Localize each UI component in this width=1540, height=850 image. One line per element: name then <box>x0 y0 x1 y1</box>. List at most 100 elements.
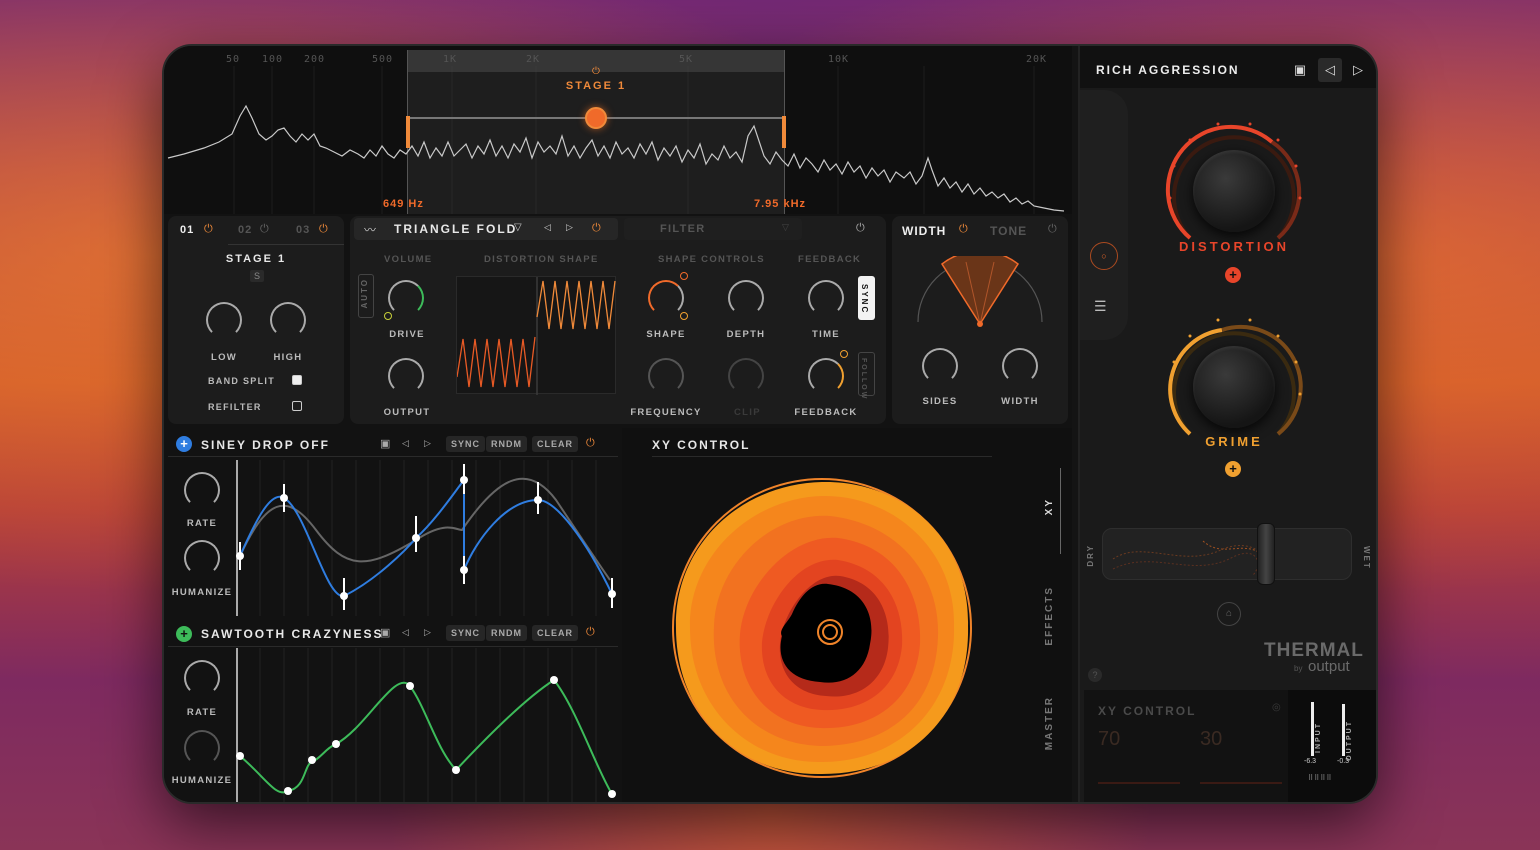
mini-xy-title: XY CONTROL <box>1098 704 1197 718</box>
stereo-width-display[interactable] <box>912 256 1048 332</box>
tab-tone[interactable]: TONE <box>990 224 1027 238</box>
clip-knob[interactable] <box>728 358 764 394</box>
sync-button[interactable]: SYNC <box>446 625 486 641</box>
save-icon[interactable]: ▣ <box>380 437 390 450</box>
stage-tab-03[interactable]: 03 <box>296 224 310 236</box>
next-preset-icon[interactable]: ▷ <box>1346 58 1370 82</box>
dry-wet-texture <box>1112 540 1266 576</box>
prev-icon[interactable]: ◁ <box>402 627 409 638</box>
random-button[interactable]: RNDM <box>486 625 527 641</box>
sync-button[interactable]: SYNC <box>446 436 486 452</box>
output-knob[interactable] <box>388 358 424 394</box>
low-cutoff-readout[interactable]: 649 Hz <box>383 198 424 210</box>
low-knob[interactable] <box>206 302 242 338</box>
side-tab-master[interactable]: MASTER <box>1044 696 1055 750</box>
time-knob[interactable] <box>808 280 844 316</box>
help-icon[interactable]: ? <box>1088 668 1102 682</box>
power-icon[interactable]: ⏻ <box>204 223 213 236</box>
add-lfo-icon[interactable]: + <box>176 626 192 642</box>
drive-knob[interactable] <box>388 280 424 316</box>
side-tab-effects[interactable]: EFFECTS <box>1044 586 1055 646</box>
target-icon[interactable]: ◎ <box>1272 702 1281 713</box>
lfo-2-graph[interactable] <box>236 648 618 804</box>
distortion-type-select[interactable]: TRIANGLE FOLD <box>394 222 517 236</box>
save-icon[interactable]: ▣ <box>1288 58 1312 82</box>
distortion-knob[interactable] <box>1193 150 1275 232</box>
power-icon[interactable]: ⏻ <box>586 626 595 639</box>
refilter-checkbox[interactable] <box>292 401 302 411</box>
xy-pad[interactable] <box>670 476 976 782</box>
depth-knob[interactable] <box>728 280 764 316</box>
next-icon[interactable]: ▷ <box>424 627 431 638</box>
power-icon[interactable]: ⏻ <box>1048 223 1057 236</box>
tab-width[interactable]: WIDTH <box>902 224 946 238</box>
prev-icon[interactable]: ◁ <box>544 222 551 233</box>
freq-label: 5K <box>679 54 694 65</box>
chevron-down-icon[interactable]: ▽ <box>514 222 522 233</box>
sync-label: SYNC <box>860 284 869 315</box>
clear-button[interactable]: CLEAR <box>532 436 578 452</box>
add-modulation-icon[interactable]: + <box>1225 267 1241 283</box>
power-icon[interactable]: ⏻ <box>260 223 269 236</box>
dry-label: DRY <box>1086 544 1095 567</box>
divider <box>652 456 992 457</box>
next-icon[interactable]: ▷ <box>424 438 431 449</box>
sides-knob[interactable] <box>922 348 958 384</box>
mini-value-1: 70 <box>1098 728 1121 750</box>
high-label: HIGH <box>273 352 303 363</box>
power-icon[interactable]: ⏻ <box>586 437 595 450</box>
target-icon[interactable]: ○ <box>1090 242 1118 270</box>
lfo-2-name[interactable]: SAWTOOTH CRAZYNESS <box>201 627 383 641</box>
filter-bar[interactable] <box>624 218 802 240</box>
tab-indicator <box>1060 468 1061 554</box>
feedback-knob[interactable] <box>808 358 844 394</box>
preset-name[interactable]: RICH AGGRESSION <box>1096 63 1240 77</box>
follow-label: FOLLOW <box>860 358 867 401</box>
spectrum-curve <box>167 104 1065 212</box>
power-icon[interactable]: ⏻ <box>959 223 968 236</box>
dry-wet-slider[interactable] <box>1102 523 1352 585</box>
input-value: -6.3 <box>1304 758 1317 765</box>
stage-tab-01[interactable]: 01 <box>180 224 194 236</box>
chevron-down-icon[interactable]: ▽ <box>782 222 789 233</box>
add-modulation-icon[interactable]: + <box>1225 461 1241 477</box>
rate-knob[interactable] <box>184 660 220 696</box>
rate-knob[interactable] <box>184 472 220 508</box>
filter-select[interactable]: FILTER <box>660 223 705 235</box>
stage-title: STAGE 1 <box>225 253 287 265</box>
humanize-knob[interactable] <box>184 730 220 766</box>
clear-button[interactable]: CLEAR <box>532 625 578 641</box>
humanize-label: HUMANIZE <box>171 775 233 786</box>
grime-knob[interactable] <box>1193 346 1275 428</box>
width-knob[interactable] <box>1002 348 1038 384</box>
prev-icon[interactable]: ◁ <box>402 438 409 449</box>
high-cutoff-readout[interactable]: 7.95 kHz <box>754 198 806 210</box>
freq-label: 1K <box>443 54 458 65</box>
distortion-shape-header: DISTORTION SHAPE <box>484 254 599 265</box>
lock-icon[interactable]: ⌂ <box>1217 602 1241 626</box>
side-tab-xy[interactable]: XY <box>1044 498 1055 515</box>
next-icon[interactable]: ▷ <box>566 222 573 233</box>
lfo-1-name[interactable]: SINEY DROP OFF <box>201 438 330 452</box>
lfo-1-graph[interactable] <box>236 460 618 616</box>
solo-button[interactable]: S <box>250 270 265 282</box>
stage-tab-02[interactable]: 02 <box>238 224 252 236</box>
band-split-checkbox[interactable] <box>292 375 302 385</box>
high-knob[interactable] <box>270 302 306 338</box>
frequency-knob[interactable] <box>648 358 684 394</box>
sliders-icon[interactable]: ☰ <box>1094 298 1107 315</box>
power-icon[interactable]: ⏻ <box>856 222 865 235</box>
spectrum-analyzer[interactable]: 50 100 200 500 1K 2K 5K 10K 20K ⏻ STAGE … <box>164 46 1072 214</box>
distortion-shape-display[interactable] <box>456 276 616 395</box>
random-button[interactable]: RNDM <box>486 436 527 452</box>
humanize-knob[interactable] <box>184 540 220 576</box>
dry-wet-handle[interactable] <box>1257 523 1275 585</box>
shape-knob[interactable] <box>648 280 684 316</box>
power-icon[interactable]: ⏻ <box>319 223 328 236</box>
prev-preset-icon[interactable]: ◁ <box>1318 58 1342 82</box>
add-lfo-icon[interactable]: + <box>176 436 192 452</box>
shape-controls-header: SHAPE CONTROLS <box>658 254 765 265</box>
power-icon[interactable]: ⏻ <box>592 222 601 235</box>
save-icon[interactable]: ▣ <box>380 626 390 639</box>
clip-label: CLIP <box>734 407 761 418</box>
